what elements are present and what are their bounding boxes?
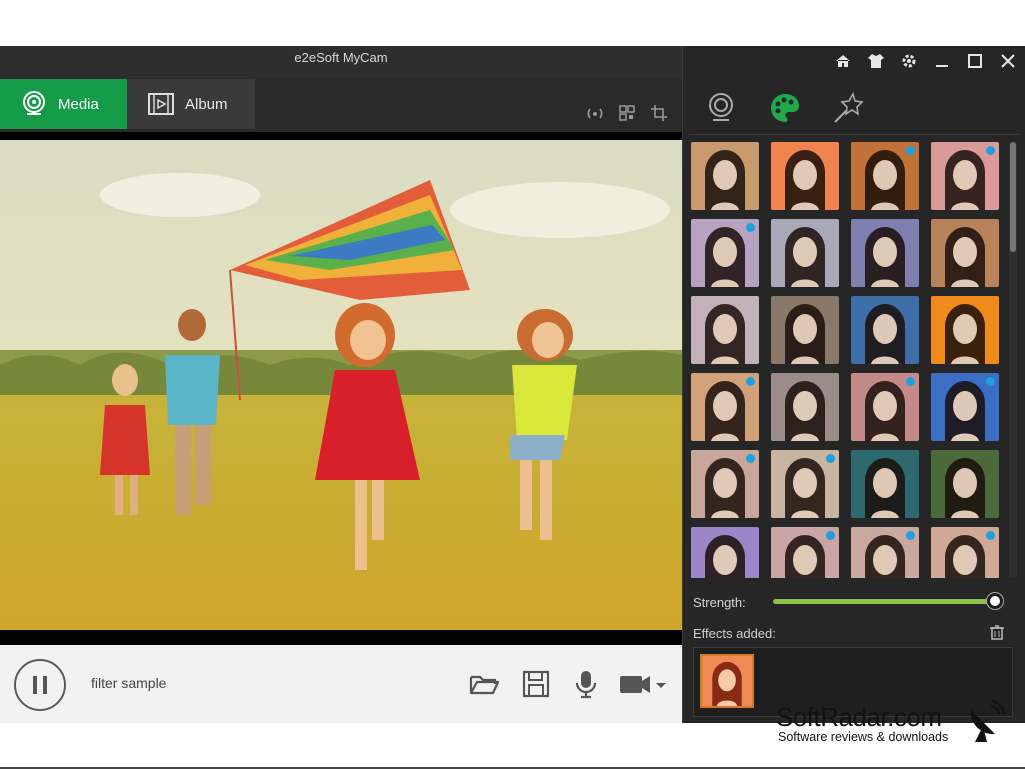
filter-thumbnail[interactable] bbox=[851, 142, 919, 210]
tab-media[interactable]: Media bbox=[0, 79, 127, 129]
applied-badge bbox=[986, 377, 995, 386]
close-icon[interactable] bbox=[999, 52, 1017, 70]
broadcast-icon[interactable] bbox=[586, 104, 604, 122]
filter-thumbnail[interactable] bbox=[771, 373, 839, 441]
magic-wand-tab-icon[interactable] bbox=[831, 90, 867, 126]
applied-badge bbox=[906, 377, 915, 386]
filter-thumbnail[interactable] bbox=[931, 296, 999, 364]
filter-thumbnail[interactable] bbox=[691, 450, 759, 518]
divider bbox=[689, 134, 1019, 135]
applied-badge bbox=[906, 531, 915, 540]
minimize-icon[interactable] bbox=[933, 52, 951, 70]
filter-thumbnail[interactable] bbox=[691, 373, 759, 441]
settings-gear-icon[interactable] bbox=[900, 52, 918, 70]
webcam-icon bbox=[20, 90, 48, 118]
softradar-watermark: SoftRadar.com Software reviews & downloa… bbox=[776, 702, 948, 744]
applied-badge bbox=[826, 531, 835, 540]
film-icon bbox=[147, 90, 175, 118]
filter-thumbnail[interactable] bbox=[931, 527, 999, 578]
applied-badge bbox=[826, 454, 835, 463]
applied-badge bbox=[986, 531, 995, 540]
microphone-icon[interactable] bbox=[570, 669, 602, 699]
filter-thumbnail[interactable] bbox=[771, 142, 839, 210]
added-effect-thumbnail[interactable] bbox=[700, 654, 754, 708]
applied-badge bbox=[906, 146, 915, 155]
filter-thumbnail-grid bbox=[691, 142, 1003, 578]
pause-icon bbox=[33, 676, 37, 694]
video-camera-icon[interactable] bbox=[618, 669, 668, 699]
filter-thumbnail[interactable] bbox=[771, 450, 839, 518]
filter-thumbnail[interactable] bbox=[691, 219, 759, 287]
skin-shirt-icon[interactable] bbox=[867, 52, 885, 70]
camera-settings-tab-icon[interactable] bbox=[703, 90, 739, 126]
strength-label: Strength: bbox=[693, 595, 746, 610]
camera-preview bbox=[0, 132, 682, 645]
window-title: e2eSoft MyCam bbox=[294, 50, 388, 65]
filter-thumbnail[interactable] bbox=[851, 219, 919, 287]
mode-tabs: Media Album bbox=[0, 79, 682, 132]
pause-button[interactable] bbox=[14, 659, 66, 711]
trash-icon[interactable] bbox=[989, 624, 1005, 640]
strength-slider[interactable] bbox=[773, 599, 995, 604]
current-filter-label: filter sample bbox=[91, 675, 167, 691]
applied-badge bbox=[746, 223, 755, 232]
control-bar: filter sample bbox=[0, 645, 682, 723]
filter-thumbnail[interactable] bbox=[771, 296, 839, 364]
main-area: e2eSoft MyCam Media Album filter sample bbox=[0, 46, 682, 723]
applied-badge bbox=[986, 146, 995, 155]
strength-slider-knob[interactable] bbox=[987, 593, 1003, 609]
watermark-tagline: Software reviews & downloads bbox=[778, 730, 949, 744]
filter-thumbnail[interactable] bbox=[931, 142, 999, 210]
filter-thumbnail[interactable] bbox=[771, 219, 839, 287]
satellite-dish-icon bbox=[965, 700, 1005, 744]
home-icon[interactable] bbox=[834, 52, 852, 70]
maximize-icon[interactable] bbox=[966, 52, 984, 70]
watermark-name: SoftRadar.com bbox=[776, 702, 942, 732]
tab-media-label: Media bbox=[58, 95, 99, 113]
save-icon[interactable] bbox=[520, 669, 552, 699]
filter-thumbnail[interactable] bbox=[771, 527, 839, 578]
filter-thumbnail[interactable] bbox=[691, 296, 759, 364]
applied-badge bbox=[746, 454, 755, 463]
filter-thumbnail[interactable] bbox=[691, 142, 759, 210]
filter-thumbnail[interactable] bbox=[691, 527, 759, 578]
filter-thumbnail[interactable] bbox=[851, 296, 919, 364]
filter-thumbnail[interactable] bbox=[931, 219, 999, 287]
effects-panel: Strength: Effects added: bbox=[682, 46, 1025, 723]
filter-thumbnail[interactable] bbox=[931, 373, 999, 441]
open-folder-icon[interactable] bbox=[468, 669, 500, 699]
mycam-window: e2eSoft MyCam Media Album filter sample … bbox=[0, 46, 1025, 723]
palette-effects-tab-icon[interactable] bbox=[767, 90, 803, 126]
preview-image bbox=[0, 140, 682, 630]
title-bar: e2eSoft MyCam bbox=[0, 46, 682, 79]
filter-thumbnail[interactable] bbox=[931, 450, 999, 518]
filter-thumbnail[interactable] bbox=[851, 450, 919, 518]
thumbnail-scrollbar[interactable] bbox=[1009, 142, 1017, 578]
filter-thumbnail[interactable] bbox=[851, 527, 919, 578]
filter-thumbnail[interactable] bbox=[851, 373, 919, 441]
effects-added-label: Effects added: bbox=[693, 626, 776, 641]
tab-album[interactable]: Album bbox=[127, 79, 255, 129]
applied-badge bbox=[746, 377, 755, 386]
tab-album-label: Album bbox=[185, 95, 228, 113]
crop-icon[interactable] bbox=[650, 104, 668, 122]
qr-code-icon[interactable] bbox=[618, 104, 636, 122]
